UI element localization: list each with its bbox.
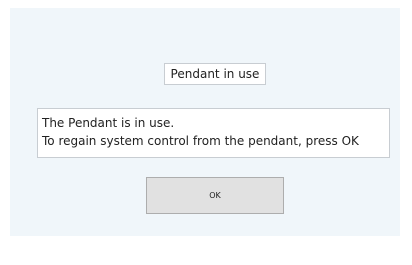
message-line-1: The Pendant is in use.: [42, 116, 175, 130]
message-line-2: To regain system control from the pendan…: [42, 134, 359, 148]
dialog-title: Pendant in use: [164, 63, 266, 85]
ok-button[interactable]: OK: [146, 177, 284, 214]
pendant-in-use-dialog: Pendant in use The Pendant is in use. To…: [10, 8, 400, 236]
dialog-message: The Pendant is in use. To regain system …: [37, 108, 390, 158]
